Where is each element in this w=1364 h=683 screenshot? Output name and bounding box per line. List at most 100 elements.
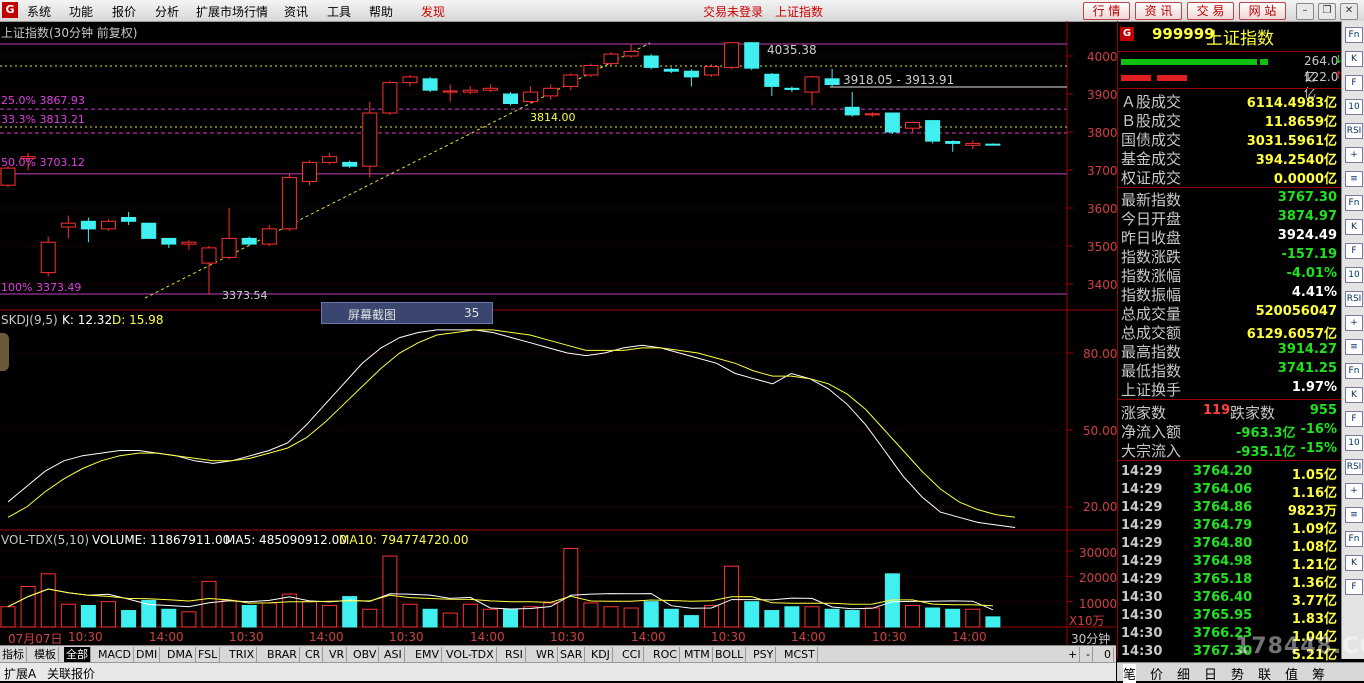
quote-tab[interactable]: 细 [1177,664,1190,683]
volume-bar [905,604,920,628]
sidebar-tool-icon[interactable]: K [1345,219,1363,235]
indicator-tab[interactable]: SAR [558,647,586,662]
sidebar-tool-icon[interactable]: K [1345,51,1363,67]
collapse-arrow-icon[interactable] [0,333,9,371]
sidebar-tool-icon[interactable]: K [1345,555,1363,571]
quote-tab[interactable]: 筹 [1312,664,1325,683]
sidebar-tool-icon[interactable]: Fn [1345,27,1363,43]
indicator-tab[interactable]: MCST [782,647,818,662]
candle-body [965,142,981,146]
sidebar-tool-icon[interactable]: Fn [1345,195,1363,211]
sidebar-tool-icon[interactable]: + [1345,147,1363,163]
quote-name: 上证指数 [1206,29,1274,49]
indicator-tab[interactable]: DMI [134,647,161,662]
quote-tab[interactable]: 笔 [1123,664,1137,683]
sidebar-tool-icon[interactable]: ≡ [1345,507,1363,523]
menu-quote[interactable]: 报价 [112,3,136,20]
indicator-tab[interactable]: RSI [503,647,526,662]
login-status[interactable]: 交易未登录 [703,3,763,20]
quote-row-label: 权证成交 [1121,169,1182,187]
website-tab-button[interactable]: 网 站 [1239,2,1286,20]
indicator-tab[interactable]: 模板 [32,647,59,662]
menu-tools[interactable]: 工具 [327,3,351,20]
volume-bar [0,606,16,628]
indicator-tab[interactable]: CR [303,647,324,662]
quote-tab[interactable]: 联 [1258,664,1271,683]
ext-a-button[interactable]: 扩展A [4,665,36,682]
sidebar-tool-icon[interactable]: RSI [1345,291,1363,307]
related-quote-button[interactable]: 关联报价 [47,665,95,682]
sidebar-tool-icon[interactable]: RSI [1345,123,1363,139]
menu-system[interactable]: 系统 [27,3,51,20]
sidebar-tool-icon[interactable]: + [1345,483,1363,499]
volume-bar [804,606,820,628]
indicator-tab[interactable]: FSL [196,647,221,662]
indicator-tab[interactable]: DMA [165,647,196,662]
sidebar-tool-icon[interactable]: F [1345,411,1363,427]
indicator-tab[interactable]: EMV [413,647,442,662]
indicator-tab[interactable]: CCI [620,647,644,662]
quote-tab[interactable]: 日 [1204,664,1217,683]
indicator-tab[interactable]: MACD [96,647,134,662]
indicator-tab[interactable]: WR [534,647,558,662]
sidebar-tool-icon[interactable]: + [1345,315,1363,331]
menu-info[interactable]: 资讯 [284,3,308,20]
info-tab-button[interactable]: 资 讯 [1135,2,1182,20]
sidebar-tool-icon[interactable]: ≡ [1345,171,1363,187]
quote-tab-button[interactable]: 行 情 [1083,2,1130,20]
tab-control-button[interactable]: 0 [1102,647,1114,662]
vol-unit: X10万 [1069,614,1105,628]
indicator-tab[interactable]: ROC [651,647,680,662]
indicator-tab[interactable]: ASI [382,647,405,662]
sidebar-tool-icon[interactable]: Fn [1345,531,1363,547]
sidebar-tool-icon[interactable]: RSI [1345,459,1363,475]
quote-row: 基金成交 394.2540亿 [1118,148,1340,168]
indicator-tab[interactable]: PSY [751,647,777,662]
sidebar-tool-icon[interactable]: F [1345,579,1363,595]
candle-body [482,87,498,91]
indicator-tab[interactable]: TRIX [227,647,258,662]
menu-help[interactable]: 帮助 [369,3,393,20]
indicator-tab[interactable]: VR [327,647,348,662]
chart-area[interactable]: 上证指数(30分钟 前复权) 25.0% 3867.93 33.3% 3813.… [0,21,1118,646]
toolbar-icons: Fn K F 10 RSI + ≡ Fn K F 10 RSI + ≡ Fn K F 10 RSI + ≡ Fn K F [1341,21,1364,659]
close-icon[interactable]: ✕ [1340,3,1358,20]
indicator-tab[interactable]: VOL-TDX [444,647,497,662]
candle-body [80,220,96,230]
menu-analysis[interactable]: 分析 [155,3,179,20]
menu-ext-market[interactable]: 扩展市场行情 [196,3,268,20]
quote-row-label: 基金成交 [1121,150,1182,168]
sidebar-tool-icon[interactable]: Fn [1345,363,1363,379]
volume-bar [221,599,237,628]
sidebar-tool-icon[interactable]: K [1345,387,1363,403]
menu-function[interactable]: 功能 [69,3,93,20]
indicator-tab[interactable]: MTM [682,647,713,662]
sidebar-tool-icon[interactable]: 10 [1345,99,1363,115]
indicator-tab[interactable]: BRAR [265,647,300,662]
quote-row-value: 6114.4983亿 [1246,96,1337,111]
tab-control-button[interactable]: + [1066,647,1081,662]
indicator-tab[interactable]: BOLL [713,647,747,662]
indicator-tab[interactable]: KDJ [589,647,613,662]
menu-discover[interactable]: 发现 [421,3,445,20]
sidebar-tool-icon[interactable]: 10 [1345,267,1363,283]
restore-icon[interactable]: ❐ [1318,3,1336,20]
quote-tab[interactable]: 值 [1285,664,1298,683]
indicator-tab[interactable]: OBV [351,647,380,662]
sidebar-tool-icon[interactable]: F [1345,243,1363,259]
volume-bar [362,608,378,628]
quote-tab[interactable]: 势 [1231,664,1244,683]
indicator-tab[interactable]: 全部 [64,647,91,662]
tab-control-button[interactable]: - [1084,647,1093,662]
volume-bar [60,603,76,628]
sidebar-tool-icon[interactable]: 10 [1345,435,1363,451]
quote-row-value: 6129.6057亿 [1246,327,1337,342]
minimize-icon[interactable]: – [1296,3,1314,20]
indicator-tab[interactable]: 指标 [0,647,27,662]
quote-tab[interactable]: 价 [1150,664,1163,683]
flow-value: -963.3亿 [1236,426,1296,441]
trade-tab-button[interactable]: 交 易 [1187,2,1234,20]
sidebar-tool-icon[interactable]: ≡ [1345,339,1363,355]
sidebar-tool-icon[interactable]: F [1345,75,1363,91]
price-tick: 3500 [1087,240,1118,254]
